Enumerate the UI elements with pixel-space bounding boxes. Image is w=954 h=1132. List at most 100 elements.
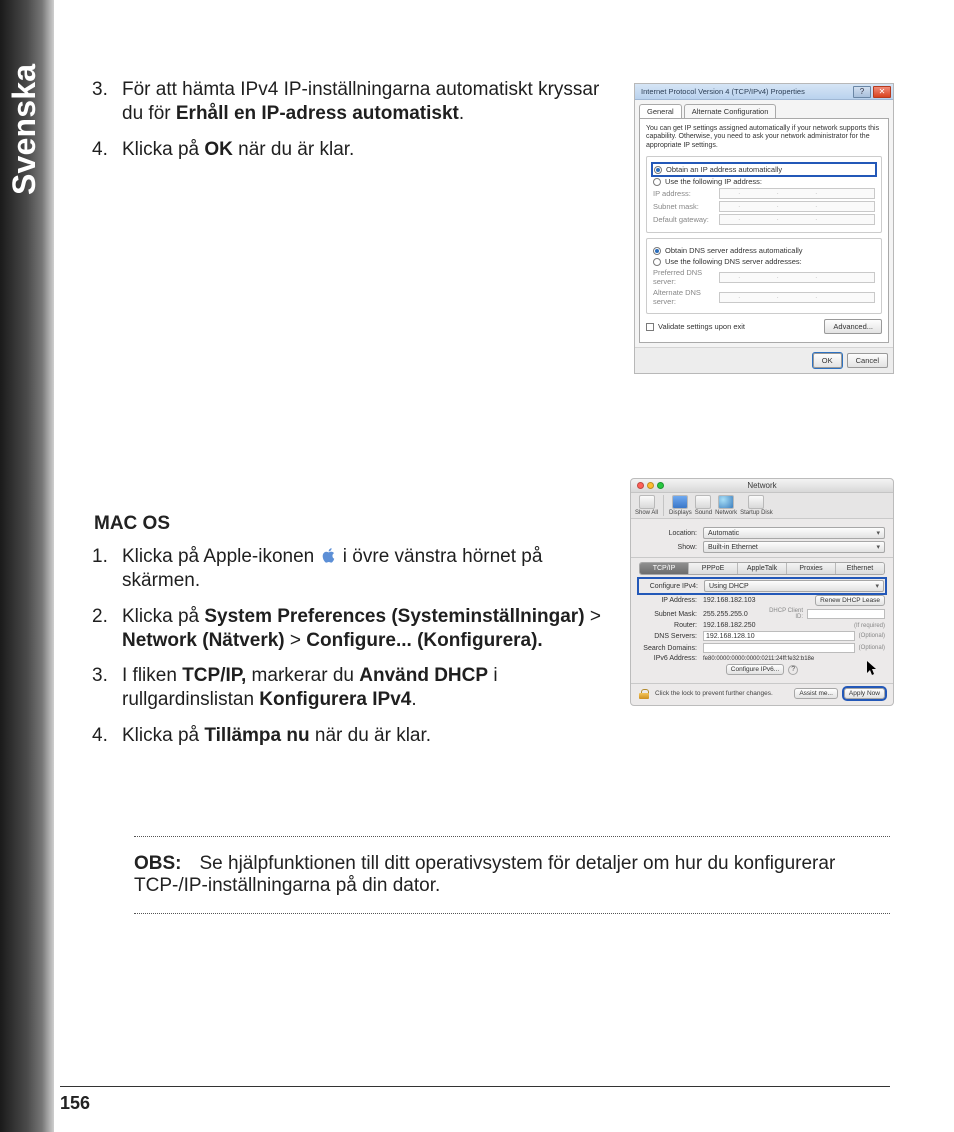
list-number: 2.: [92, 605, 108, 629]
field-label: Configure IPv4:: [640, 583, 704, 590]
tab-appletalk[interactable]: AppleTalk: [738, 563, 787, 574]
close-button[interactable]: ✕: [873, 86, 891, 98]
ip-group: Obtain an IP address automatically Use t…: [646, 156, 882, 233]
text: när du är klar.: [233, 139, 354, 160]
tab-proxies[interactable]: Proxies: [787, 563, 836, 574]
note-label: OBS:: [134, 853, 182, 874]
divider: [663, 495, 664, 516]
ip-input[interactable]: ...: [719, 188, 875, 199]
gateway-row: Default gateway:...: [653, 214, 875, 225]
list-number: 4.: [92, 724, 108, 748]
dns-input[interactable]: 192.168.128.10: [703, 631, 855, 641]
validate-checkbox[interactable]: Validate settings upon exit: [646, 322, 745, 331]
field-label: Alternate DNS server:: [653, 288, 719, 306]
ip-input[interactable]: ...: [719, 214, 875, 225]
radio-use-ip[interactable]: Use the following IP address:: [653, 177, 875, 186]
field-label: Search Domains:: [639, 645, 703, 652]
toolbar-network[interactable]: Network: [715, 495, 737, 516]
apple-logo-icon: [320, 546, 338, 564]
renew-dhcp-button[interactable]: Renew DHCP Lease: [815, 595, 885, 606]
text-bold: OK: [204, 139, 233, 160]
toolbar-sound[interactable]: Sound: [695, 495, 712, 516]
instruction-item-4: 4. Klicka på OK när du är klar.: [122, 138, 602, 162]
search-domains-input[interactable]: [703, 643, 855, 653]
apply-now-button[interactable]: Apply Now: [844, 688, 885, 699]
tab-tcpip[interactable]: TCP/IP: [640, 563, 689, 574]
location-select[interactable]: Automatic▾: [703, 527, 885, 539]
display-icon: [672, 495, 688, 509]
show-select[interactable]: Built-in Ethernet▾: [703, 541, 885, 553]
ok-button[interactable]: OK: [813, 353, 842, 368]
hint-text: (Optional): [859, 633, 885, 639]
field-label: Router:: [639, 622, 703, 629]
configure-ipv6-row: Configure IPv6...?: [639, 664, 885, 675]
validate-row: Validate settings upon exit Advanced...: [646, 319, 882, 334]
assist-button[interactable]: Assist me...: [794, 688, 838, 699]
sound-icon: [695, 495, 711, 509]
ip-input[interactable]: ...: [719, 272, 875, 283]
text: .: [459, 103, 464, 124]
hint-text: (If required): [854, 623, 885, 629]
radio-obtain-dns-auto[interactable]: Obtain DNS server address automatically: [653, 246, 875, 255]
list-number: 1.: [92, 545, 108, 569]
field-label: DNS Servers:: [639, 633, 703, 640]
dhcp-client-id-input[interactable]: [807, 609, 885, 619]
dns-group: Obtain DNS server address automatically …: [646, 238, 882, 314]
configure-ipv4-select[interactable]: Using DHCP▾: [704, 580, 884, 592]
field-label: IP Address:: [639, 597, 703, 604]
configure-ipv6-button[interactable]: Configure IPv6...: [726, 664, 784, 675]
field-label: Location:: [639, 530, 703, 537]
tab-general[interactable]: General: [639, 104, 682, 118]
help-button[interactable]: ?: [853, 86, 871, 98]
list-number: 4.: [92, 138, 108, 162]
note-block: OBS:Se hjälpfunktionen till ditt operati…: [60, 836, 920, 914]
ip-input[interactable]: ...: [719, 201, 875, 212]
radio-obtain-ip-auto[interactable]: Obtain an IP address automatically: [653, 164, 875, 175]
text-bold: Network (Nätverk): [122, 630, 285, 651]
tab-bar: General Alternate Configuration: [639, 104, 889, 118]
radio-icon: [654, 166, 662, 174]
radio-label: Obtain an IP address automatically: [666, 165, 782, 174]
field-label: IPv6 Address:: [639, 655, 703, 662]
close-icon[interactable]: [637, 482, 644, 489]
lock-icon[interactable]: [639, 689, 649, 699]
ip-address-row: IP Address:192.168.182.103Renew DHCP Lea…: [639, 595, 885, 606]
field-value: 255.255.255.0: [703, 611, 763, 618]
advanced-button[interactable]: Advanced...: [824, 319, 882, 334]
cancel-button[interactable]: Cancel: [847, 353, 888, 368]
toolbar-show-all[interactable]: Show All: [635, 495, 658, 516]
tab-ethernet[interactable]: Ethernet: [836, 563, 884, 574]
field-value: 192.168.182.103: [703, 597, 815, 604]
alt-dns-row: Alternate DNS server:...: [653, 288, 875, 306]
chevron-updown-icon: ▾: [875, 582, 879, 590]
note-text: OBS:Se hjälpfunktionen till ditt operati…: [134, 853, 890, 897]
show-row: Show:Built-in Ethernet▾: [639, 541, 885, 553]
radio-use-dns[interactable]: Use the following DNS server addresses:: [653, 257, 875, 266]
text: .: [411, 689, 416, 710]
help-icon[interactable]: ?: [788, 665, 798, 675]
field-label: Preferred DNS server:: [653, 268, 719, 286]
radio-label: Use the following IP address:: [665, 177, 762, 186]
traffic-lights: [637, 482, 664, 489]
tab-pppoe[interactable]: PPPoE: [689, 563, 738, 574]
mac-tabs: TCP/IP PPPoE AppleTalk Proxies Ethernet: [639, 562, 885, 575]
ip-input[interactable]: ...: [719, 292, 875, 303]
minimize-icon[interactable]: [647, 482, 654, 489]
toolbar-startup[interactable]: Startup Disk: [740, 495, 773, 516]
search-domains-row: Search Domains:(Optional): [639, 643, 885, 653]
tab-alternate[interactable]: Alternate Configuration: [684, 104, 777, 118]
toolbar-displays[interactable]: Displays: [669, 495, 692, 516]
language-sidebar: Svenska: [0, 0, 54, 1132]
text: Se hjälpfunktionen till ditt operativsys…: [134, 853, 835, 896]
radio-icon: [653, 247, 661, 255]
subnet-row: Subnet Mask:255.255.255.0DHCP Client ID:: [639, 608, 885, 620]
field-label: Show:: [639, 544, 703, 551]
toolbar-label: Startup Disk: [740, 510, 773, 516]
text-bold: Erhåll en IP-adress automatiskt: [176, 103, 459, 124]
text: >: [285, 630, 307, 651]
checkbox-icon: [646, 323, 654, 331]
text-bold: System Preferences (Systeminställningar): [204, 606, 584, 627]
mac-footer: Click the lock to prevent further change…: [631, 683, 893, 705]
toolbar-label: Sound: [695, 510, 712, 516]
zoom-icon[interactable]: [657, 482, 664, 489]
